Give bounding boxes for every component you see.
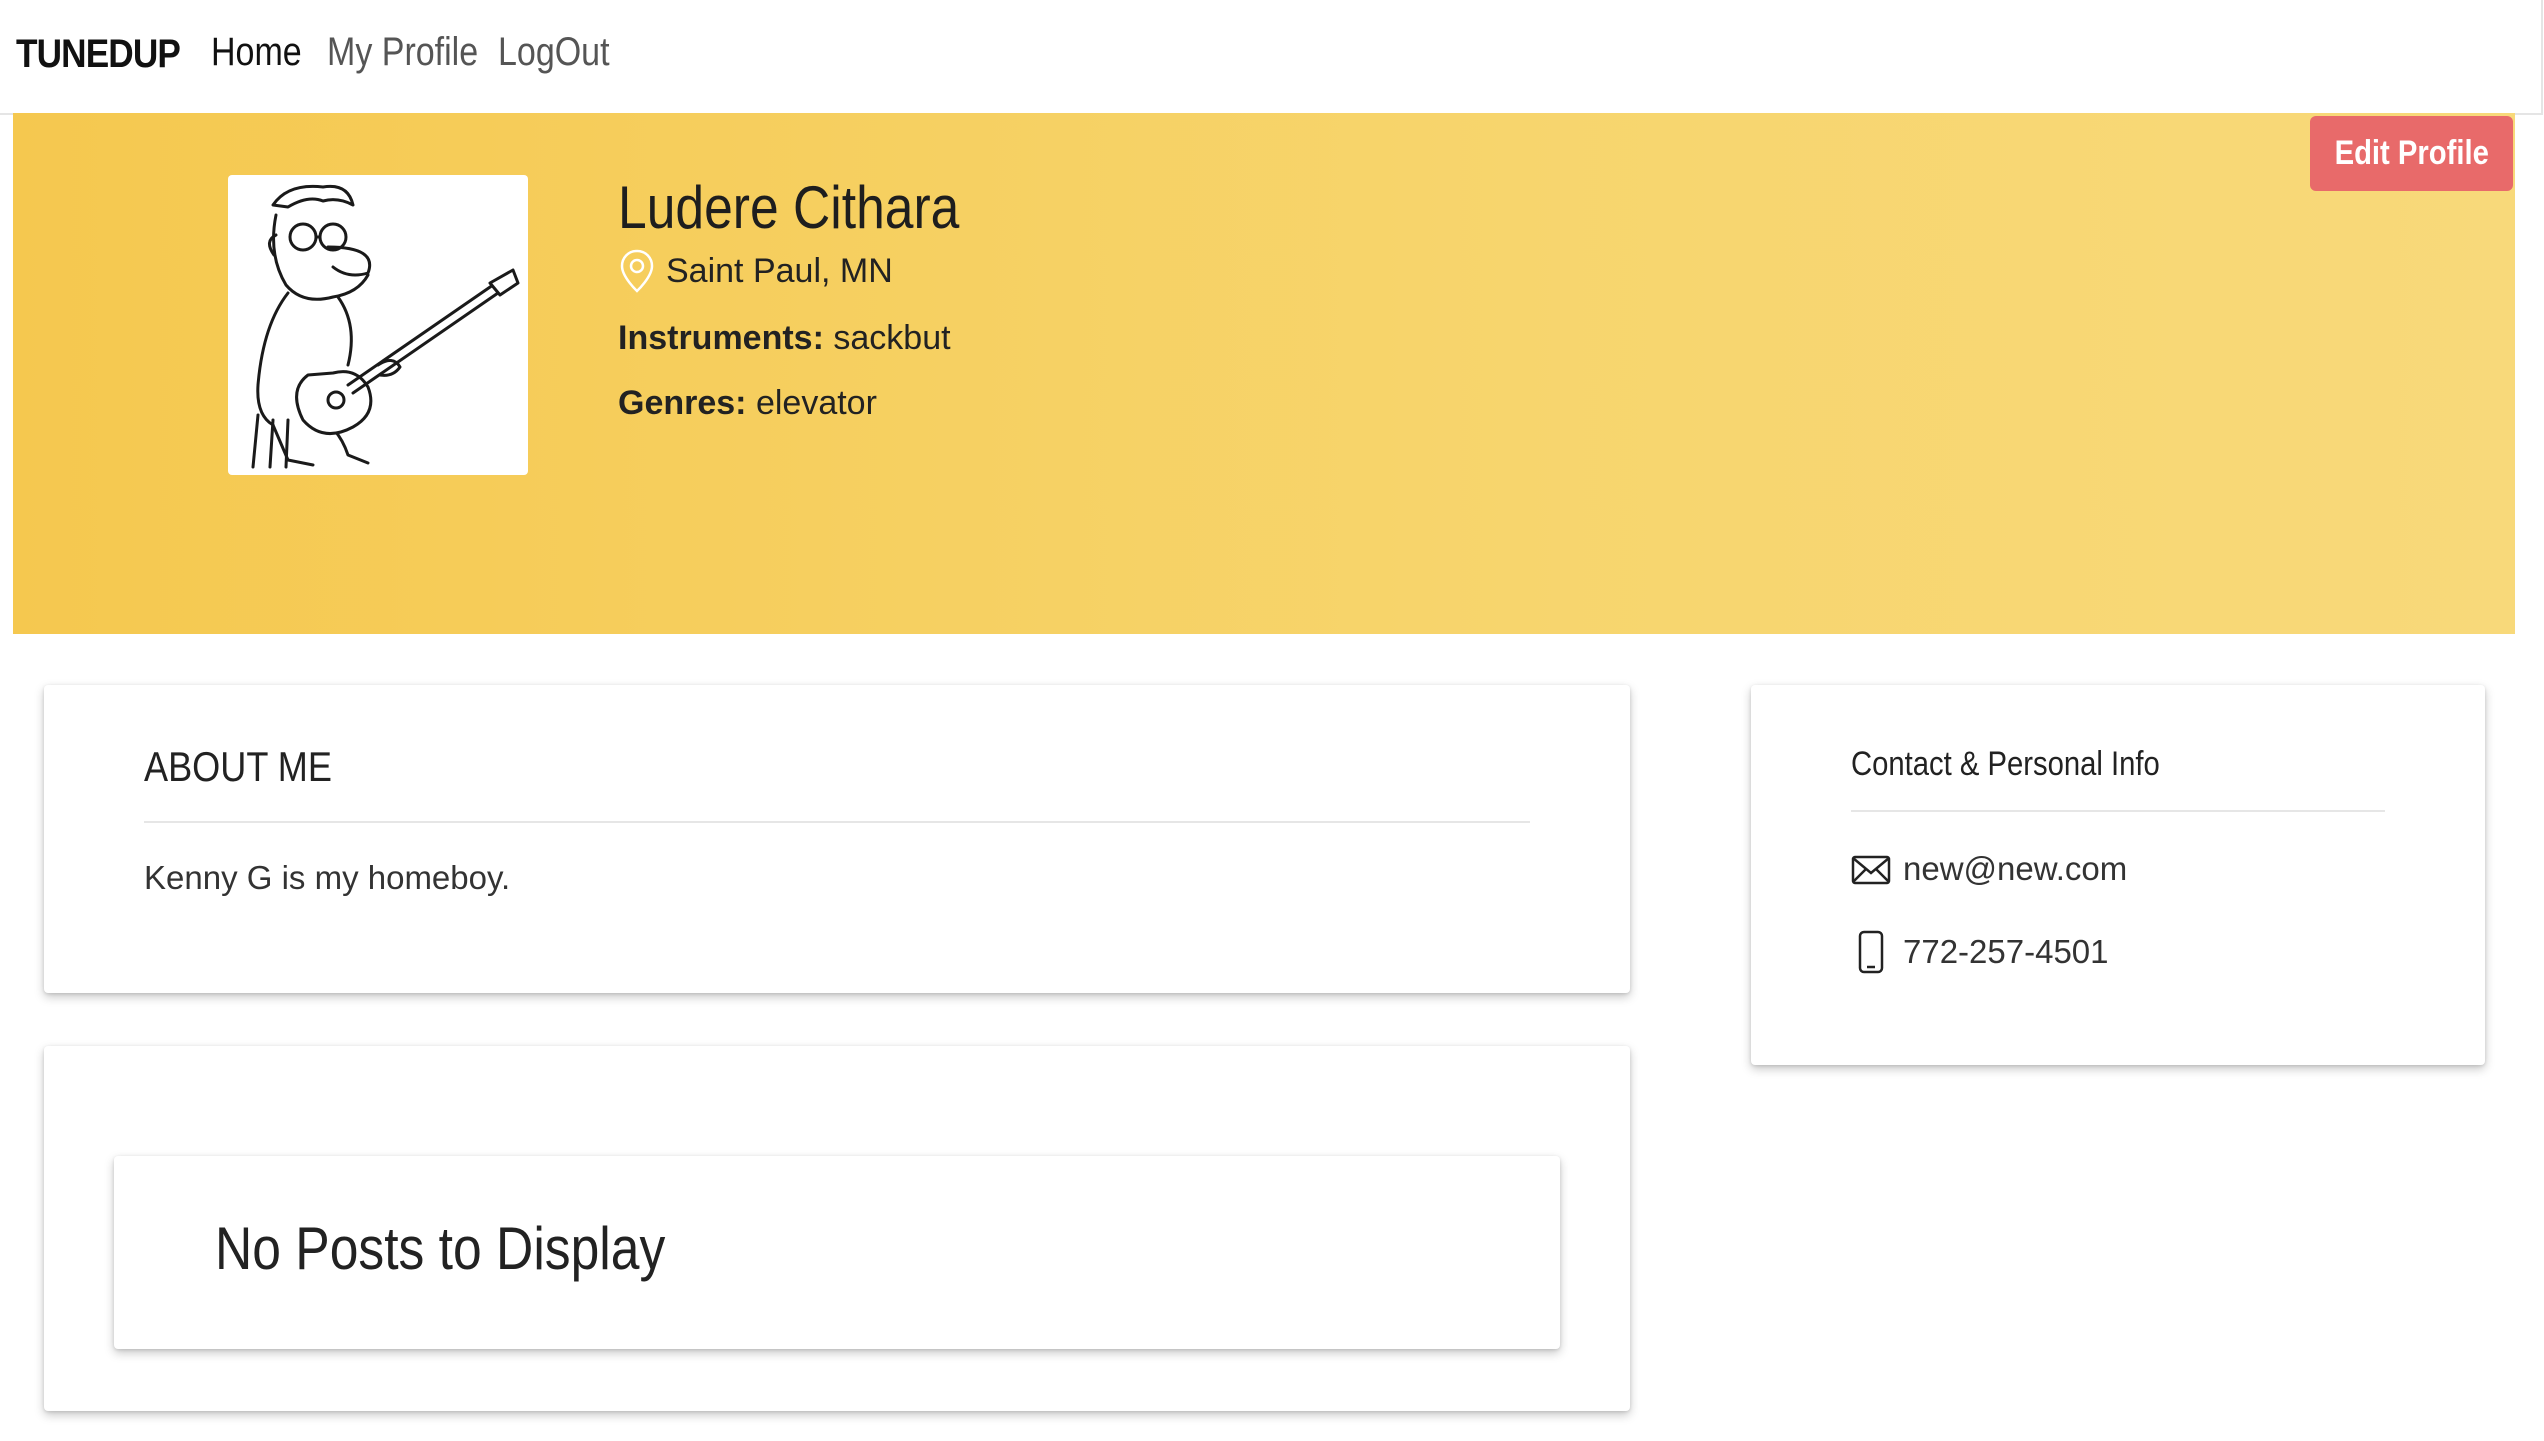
no-posts-message: No Posts to Display (215, 1215, 666, 1282)
location-pin-icon (620, 249, 654, 293)
profile-name: Ludere Cithara (618, 174, 960, 241)
contact-email-row: new@new.com (1851, 850, 2127, 888)
edit-profile-label: Edit Profile (2334, 134, 2489, 172)
profile-avatar (228, 175, 528, 475)
profile-banner: Ludere Cithara Saint Paul, MN Instrument… (13, 113, 2515, 634)
contact-phone-row: 772-257-4501 (1851, 930, 2109, 974)
about-divider (144, 821, 1530, 823)
nav-link-home[interactable]: Home (211, 30, 302, 75)
posts-card: No Posts to Display (44, 1046, 1630, 1411)
phone-icon (1858, 930, 1884, 974)
contact-phone[interactable]: 772-257-4501 (1903, 933, 2109, 971)
profile-location: Saint Paul, MN (618, 246, 893, 296)
contact-info-card: Contact & Personal Info new@new.com 772-… (1751, 685, 2485, 1065)
profile-instruments: Instruments: sackbut (618, 319, 951, 358)
edit-profile-button[interactable]: Edit Profile (2310, 116, 2513, 191)
instruments-value: sackbut (833, 319, 951, 357)
genres-value: elevator (755, 384, 877, 422)
about-me-title: ABOUT ME (144, 743, 332, 790)
about-me-text: Kenny G is my homeboy. (144, 859, 511, 896)
instruments-label: Instruments: (618, 319, 824, 357)
profile-genres: Genres: elevator (618, 384, 877, 423)
contact-info-title: Contact & Personal Info (1851, 745, 2160, 783)
posts-empty-panel: No Posts to Display (114, 1156, 1560, 1349)
about-me-card: ABOUT ME Kenny G is my homeboy. (44, 685, 1630, 993)
genres-label: Genres: (618, 384, 747, 422)
contact-divider (1851, 810, 2385, 812)
top-navbar: TUNEDUP Home My Profile LogOut (0, 0, 2543, 115)
guitarist-cartoon-avatar (251, 184, 520, 469)
location-text: Saint Paul, MN (666, 251, 893, 290)
contact-email[interactable]: new@new.com (1903, 850, 2127, 888)
envelope-icon (1851, 855, 1891, 885)
brand-logo[interactable]: TUNEDUP (16, 32, 181, 77)
nav-link-logout[interactable]: LogOut (498, 30, 610, 75)
nav-link-my-profile[interactable]: My Profile (327, 30, 478, 75)
